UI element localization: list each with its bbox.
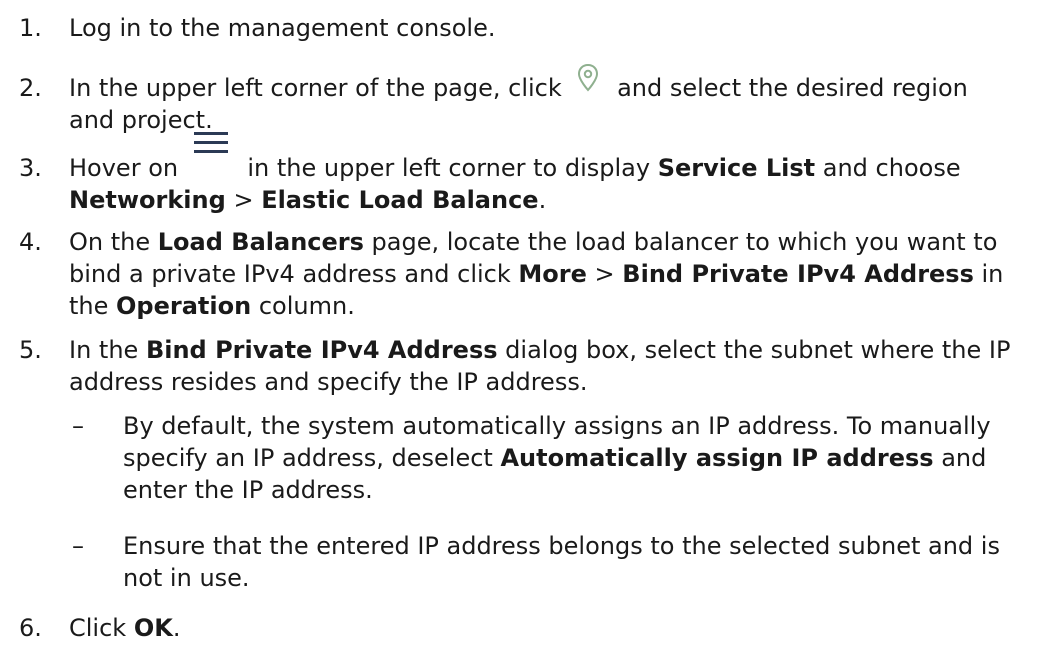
bullet-dash: – <box>72 412 84 440</box>
step-number: 6. <box>19 614 42 642</box>
step-number: 2. <box>19 74 42 102</box>
step-text: In the Bind Private IPv4 Address dialog … <box>69 336 1011 396</box>
step-text: Click OK. <box>69 614 181 642</box>
bullet-dash: – <box>72 532 84 560</box>
step-text: Log in to the management console. <box>69 14 496 42</box>
step-number: 4. <box>19 228 42 256</box>
step-number: 5. <box>19 336 42 364</box>
subitem-text: Ensure that the entered IP address belon… <box>123 532 1000 592</box>
location-pin-icon <box>571 63 605 104</box>
step-number: 1. <box>19 14 42 42</box>
subitem-text: By default, the system automatically ass… <box>123 412 991 504</box>
step-text: Hover on in the upper left corner to dis… <box>69 132 1044 216</box>
step-text: In the upper left corner of the page, cl… <box>69 63 1044 136</box>
step-text: On the Load Balancers page, locate the l… <box>69 228 1004 320</box>
procedure-document: 1. Log in to the management console. 2. … <box>0 0 1048 654</box>
hamburger-menu-icon <box>190 132 234 184</box>
step-number: 3. <box>19 154 42 182</box>
